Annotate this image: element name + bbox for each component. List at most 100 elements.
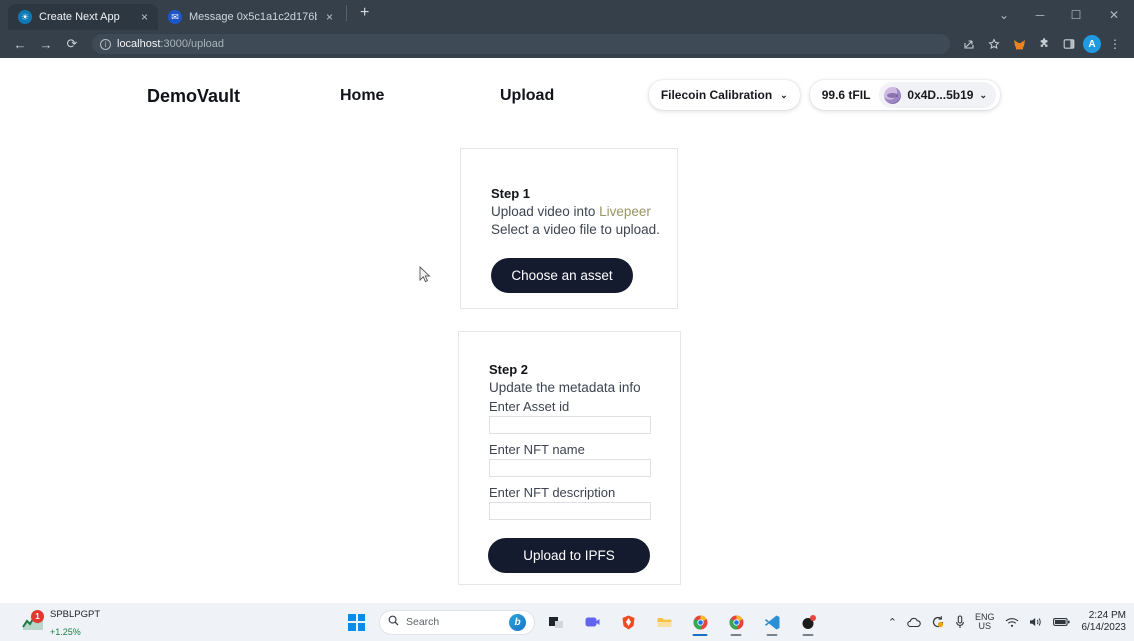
tab-title: Create Next App [39, 11, 120, 23]
stock-change: +1.25% [50, 627, 81, 637]
taskbar-app-file-explorer-dark[interactable] [541, 607, 571, 637]
system-tray: ⌃ ENG US 2:24 PM 6/14/2023 [888, 603, 1126, 641]
chain-selector-button[interactable]: Filecoin Calibration ⌄ [648, 80, 800, 110]
taskbar-app-chrome-active[interactable] [685, 607, 715, 637]
app-open-indicator [766, 634, 778, 636]
profile-avatar[interactable]: A [1083, 35, 1101, 53]
copilot-icon[interactable]: b [509, 613, 526, 631]
close-icon[interactable]: × [139, 11, 150, 23]
close-icon[interactable]: × [324, 11, 335, 23]
taskbar-center-group: Search b [348, 603, 823, 641]
taskbar-app-discord[interactable] [793, 607, 823, 637]
tab-search-icon[interactable]: ⌄ [986, 0, 1022, 30]
battery-icon[interactable] [1052, 617, 1070, 627]
start-tile-2 [357, 613, 365, 621]
stock-widget-text: SPBLPGPT +1.25% [50, 604, 100, 641]
wifi-icon[interactable] [1005, 617, 1019, 628]
taskbar-app-chrome-2[interactable] [721, 607, 751, 637]
step2-subtitle: Update the metadata info [489, 380, 641, 395]
microphone-icon[interactable] [955, 615, 965, 629]
app-open-indicator [730, 634, 742, 636]
app-open-indicator [802, 634, 814, 636]
taskbar-search-box[interactable]: Search b [379, 609, 535, 635]
browser-menu-icon[interactable]: ⋮ [1104, 33, 1126, 55]
clock-date: 6/14/2023 [1081, 622, 1127, 633]
taskbar-clock[interactable]: 2:24 PM 6/14/2023 [1082, 610, 1127, 635]
wallet-jazzicon [884, 86, 902, 104]
start-button-icon[interactable] [348, 613, 365, 631]
minimize-button[interactable]: ─ [1022, 0, 1058, 30]
mouse-cursor [419, 266, 431, 283]
region-code: US [978, 621, 991, 631]
address-bar[interactable]: i localhost:3000/upload [92, 34, 950, 54]
step1-title: Step 1 [491, 186, 531, 201]
stock-symbol: SPBLPGPT [50, 608, 101, 620]
metamask-extension-icon[interactable] [1008, 33, 1030, 55]
tray-expand-icon[interactable]: ⌃ [888, 616, 897, 629]
search-placeholder-text: Search [406, 616, 440, 628]
nav-link-home[interactable]: Home [340, 87, 384, 105]
browser-tab-create-next-app[interactable]: ☀ Create Next App × [8, 4, 158, 30]
chevron-down-icon: ⌄ [780, 89, 788, 100]
account-address-chip[interactable]: 0x4D...5b19 ⌄ [879, 82, 996, 108]
taskbar-app-brave[interactable] [613, 607, 643, 637]
asset-id-input[interactable] [489, 416, 651, 434]
stock-widget[interactable]: 1 SPBLPGPT +1.25% [22, 604, 100, 641]
browser-window: ☀ Create Next App × ✉ Message 0x5c1a1c2d… [0, 0, 1134, 641]
nft-name-input[interactable] [489, 459, 651, 477]
browser-toolbar: ← → ⟳ i localhost:3000/upload A ⋮ [0, 30, 1134, 58]
upload-to-ipfs-button[interactable]: Upload to IPFS [488, 538, 650, 573]
close-window-button[interactable]: ✕ [1094, 0, 1134, 30]
step2-title: Step 2 [489, 362, 529, 377]
share-icon[interactable] [958, 33, 980, 55]
app-navbar: DemoVault Home Upload Filecoin Calibrati… [0, 58, 1134, 136]
app-brand[interactable]: DemoVault [147, 86, 240, 107]
taskbar-app-file-explorer[interactable] [649, 607, 679, 637]
tab-title: Message 0x5c1a1c2d176b644e2 [189, 11, 317, 23]
chain-label: Filecoin Calibration [660, 88, 773, 102]
start-tile-4 [357, 623, 365, 631]
onedrive-cloud-icon[interactable] [907, 617, 921, 628]
forward-icon[interactable]: → [34, 32, 58, 56]
step1-line1-prefix: Upload video into [491, 204, 600, 219]
new-tab-button[interactable]: + [350, 4, 379, 26]
chevron-down-icon: ⌄ [979, 89, 987, 100]
account-button[interactable]: 99.6 tFIL 0x4D...5b19 ⌄ [809, 80, 1000, 110]
update-sync-icon[interactable] [931, 615, 945, 629]
page-viewport: DemoVault Home Upload Filecoin Calibrati… [0, 58, 1134, 603]
back-icon[interactable]: ← [8, 32, 32, 56]
extensions-puzzle-icon[interactable] [1033, 33, 1055, 55]
globe-icon: ☀ [18, 10, 32, 24]
step2-card: Step 2 Update the metadata info Enter As… [458, 331, 681, 585]
nav-link-upload[interactable]: Upload [500, 87, 554, 105]
nft-name-label: Enter NFT name [489, 442, 585, 457]
wallet-address: 0x4D...5b19 [907, 88, 974, 102]
site-info-icon[interactable]: i [100, 38, 111, 50]
taskbar-app-chat[interactable] [577, 607, 607, 637]
side-panel-icon[interactable] [1058, 33, 1080, 55]
stock-sparkline-icon: 1 [22, 610, 44, 630]
choose-asset-button[interactable]: Choose an asset [491, 258, 633, 293]
browser-tab-strip: ☀ Create Next App × ✉ Message 0x5c1a1c2d… [0, 0, 1134, 30]
nft-description-label: Enter NFT description [489, 485, 616, 500]
bookmark-star-icon[interactable] [983, 33, 1005, 55]
tab-divider [346, 5, 347, 21]
volume-icon[interactable] [1029, 616, 1043, 628]
address-bar-url: localhost:3000/upload [117, 38, 224, 50]
start-tile-3 [348, 623, 356, 631]
url-path: :3000/upload [160, 38, 225, 50]
taskbar-app-vscode[interactable] [757, 607, 787, 637]
reload-icon[interactable]: ⟳ [60, 32, 84, 56]
asset-id-label: Enter Asset id [489, 399, 570, 414]
wallet-controls: Filecoin Calibration ⌄ 99.6 tFIL 0x4D...… [648, 80, 1000, 110]
clock-time: 2:24 PM [1088, 609, 1126, 621]
url-host: localhost [117, 38, 161, 50]
language-indicator[interactable]: ENG US [975, 612, 995, 632]
nft-description-input[interactable] [489, 502, 651, 520]
app-active-indicator [692, 634, 708, 636]
toolbar-icon-group: A ⋮ [958, 33, 1126, 55]
maximize-button[interactable]: ☐ [1058, 0, 1094, 30]
message-icon: ✉ [168, 10, 182, 24]
wallet-balance: 99.6 tFIL [821, 88, 871, 102]
browser-tab-message[interactable]: ✉ Message 0x5c1a1c2d176b644e2 × [158, 4, 343, 30]
